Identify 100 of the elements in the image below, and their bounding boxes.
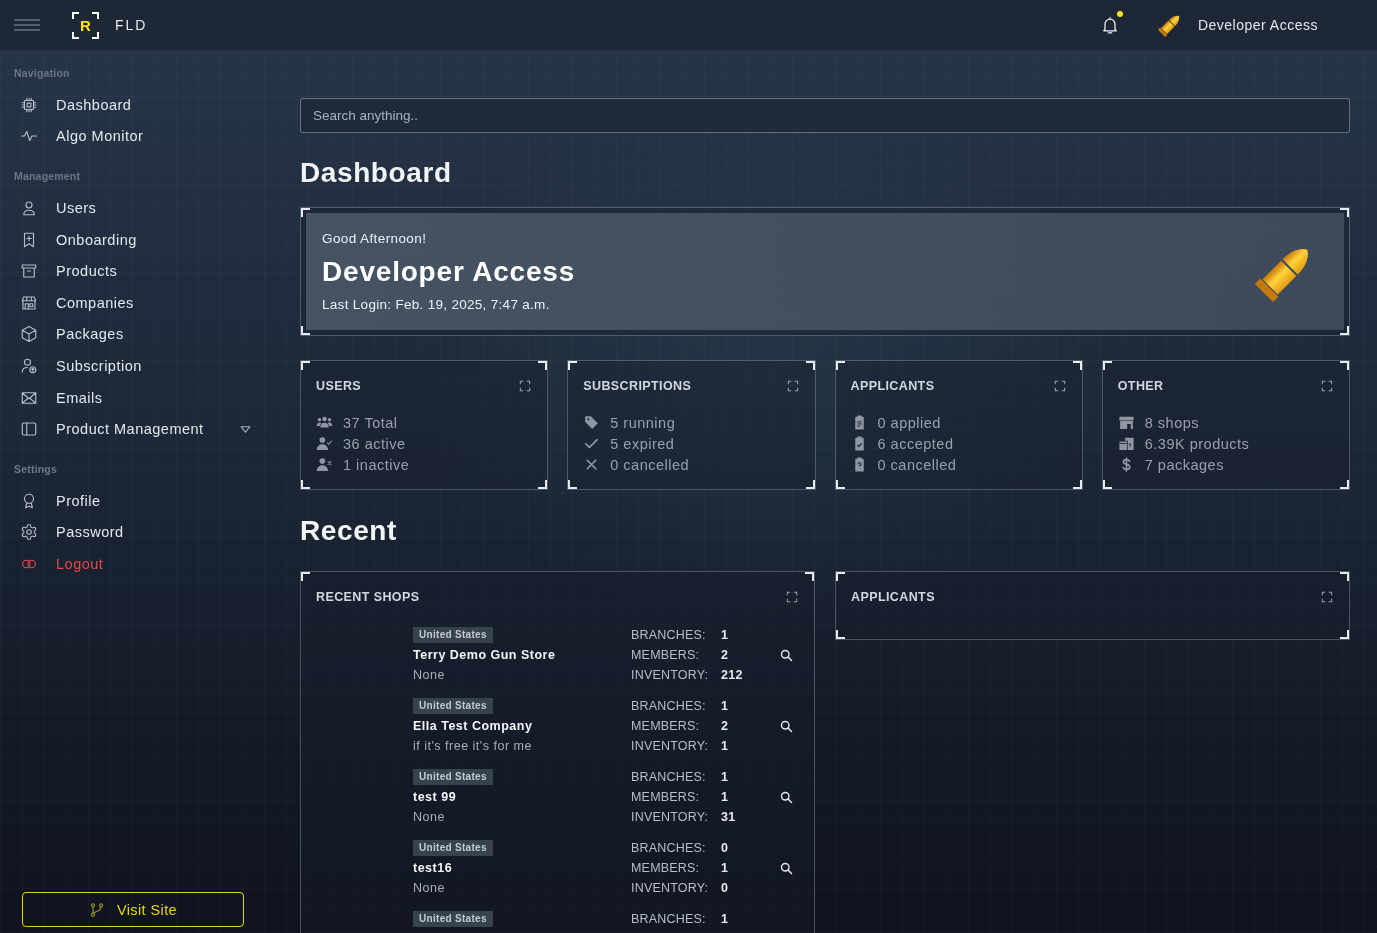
stat-value: 1 <box>721 770 729 784</box>
section-label: Settings <box>13 461 59 477</box>
shop-description: None <box>413 668 445 682</box>
stat-value: 1 <box>721 628 729 642</box>
stat-label: MEMBERS: <box>631 861 700 875</box>
sidebar-item[interactable]: Users <box>0 192 252 224</box>
card-title: SUBSCRIPTIONS <box>583 379 692 393</box>
stat-value: 0 <box>721 841 729 855</box>
stat-label: BRANCHES: <box>631 628 706 642</box>
stat-text: 37 Total <box>343 414 398 431</box>
stat-text: 36 active <box>343 435 406 452</box>
visit-site-button[interactable]: Visit Site <box>22 892 244 927</box>
stat-value: 1 <box>721 790 729 804</box>
stat-label: INVENTORY: <box>631 810 709 824</box>
stat-label: INVENTORY: <box>631 881 709 895</box>
sidebar-item[interactable]: Packages <box>0 318 252 351</box>
stat-label: BRANCHES: <box>631 770 706 784</box>
user-arrow-icon <box>20 356 38 375</box>
stat-text: 5 expired <box>610 435 675 452</box>
user-menu-button[interactable]: Developer Access <box>1155 11 1318 39</box>
section-label: Management <box>13 169 82 185</box>
expand-icon[interactable] <box>1320 379 1334 393</box>
sidebar-item[interactable]: Algo Monitor <box>0 120 252 153</box>
sidebar-item[interactable]: Onboarding <box>0 223 252 256</box>
logo-mark[interactable]: R <box>72 11 99 39</box>
expand-icon[interactable] <box>1320 590 1334 604</box>
stat-value: 1 <box>721 912 729 926</box>
stat-value: 1 <box>721 861 729 875</box>
shop-name: Ella Test Company <box>413 719 533 733</box>
shop-description: if it's free it's for me <box>413 739 532 753</box>
stat-text: 5 running <box>610 414 676 431</box>
search-icon[interactable] <box>779 647 794 663</box>
section-label: Navigation <box>13 66 71 81</box>
country-tag: United States <box>413 769 493 785</box>
stat-text: 1 inactive <box>343 456 410 473</box>
settings-icon <box>20 523 38 542</box>
sidebar-item[interactable]: Password <box>0 516 252 549</box>
stat-label: MEMBERS: <box>631 719 700 733</box>
stat-text: 6.39K products <box>1144 435 1250 452</box>
search-icon[interactable] <box>779 860 794 876</box>
sidebar-panel-icon <box>20 420 38 439</box>
tag-icon <box>583 414 601 431</box>
menu-icon[interactable] <box>14 19 40 31</box>
stat-value: 0 <box>721 881 729 895</box>
welcome-name: Developer Access <box>322 254 576 289</box>
search-icon[interactable] <box>779 789 794 805</box>
sidebar-item[interactable]: Logout <box>0 548 252 580</box>
stat-value: 212 <box>721 668 743 682</box>
chip-icon <box>20 95 38 114</box>
search-icon[interactable] <box>779 718 794 734</box>
expand-icon[interactable] <box>518 379 533 393</box>
stat-label: BRANCHES: <box>631 841 706 855</box>
stat-label: MEMBERS: <box>631 648 700 662</box>
page-title: Dashboard <box>300 156 453 190</box>
country-tag: United States <box>413 698 493 714</box>
stat-value: 2 <box>721 719 729 733</box>
country-tag: United States <box>413 840 493 856</box>
sidebar-item[interactable]: Emails <box>0 381 252 414</box>
stat-text: 6 accepted <box>877 435 954 452</box>
sidebar-item[interactable]: Companies <box>0 286 252 319</box>
stat-label: BRANCHES: <box>631 912 706 926</box>
stat-value: 2 <box>721 648 729 662</box>
stat-value: 31 <box>721 810 736 824</box>
stat-text: 7 packages <box>1144 456 1224 473</box>
user-check-icon <box>316 435 333 452</box>
sidebar-item[interactable]: Profile <box>0 484 252 517</box>
card-title: APPLICANTS <box>850 379 935 393</box>
sidebar-item[interactable]: Product Management <box>0 413 252 445</box>
shop-description: None <box>413 881 445 895</box>
brand-name: FLD <box>115 17 148 33</box>
expand-icon[interactable] <box>1052 379 1067 393</box>
shop-name: Terry Demo Gun Store <box>413 648 556 662</box>
boxes-icon <box>1117 435 1135 452</box>
cube-icon <box>20 325 38 344</box>
expand-icon[interactable] <box>785 590 799 604</box>
stat-value: 1 <box>721 739 729 753</box>
search-field[interactable]: Search anything.. <box>300 98 1350 133</box>
stat-text: 8 shops <box>1144 414 1200 431</box>
sidebar-item[interactable]: Dashboard <box>0 89 252 121</box>
shop-description: None <box>413 810 445 824</box>
card-title: APPLICANTS <box>851 590 935 604</box>
stat-label: INVENTORY: <box>631 668 709 682</box>
country-tag: United States <box>413 627 493 643</box>
country-tag: United States <box>413 911 493 927</box>
branch-icon <box>88 901 105 918</box>
expand-icon[interactable] <box>785 379 800 393</box>
last-login-text: Last Login: Feb. 19, 2025, 7:47 a.m. <box>322 295 551 314</box>
card-title: USERS <box>316 379 362 393</box>
card-title: OTHER <box>1117 379 1164 393</box>
sidebar-item[interactable]: Subscription <box>0 350 252 382</box>
sidebar-item[interactable]: Products <box>0 255 252 287</box>
user-icon <box>20 199 38 217</box>
stat-label: INVENTORY: <box>631 739 709 753</box>
stat-text: 0 cancelled <box>610 456 690 473</box>
stat-label: BRANCHES: <box>631 699 706 713</box>
stat-text: 0 cancelled <box>877 456 957 473</box>
user-x-icon <box>316 456 333 473</box>
stat-text: 0 applied <box>877 414 941 431</box>
store-icon <box>1117 414 1135 431</box>
archive-box-icon <box>20 262 38 281</box>
